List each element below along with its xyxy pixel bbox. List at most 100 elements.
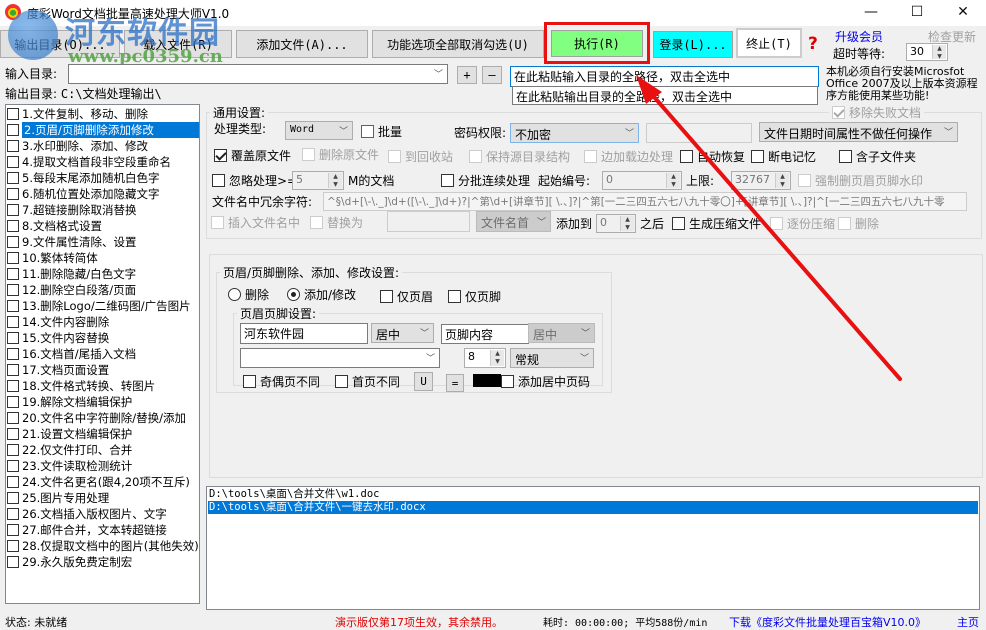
feature-list-item[interactable]: 27.邮件合并，文本转超链接 [7, 522, 199, 538]
overwrite-checkbox[interactable]: 覆盖原文件 [214, 147, 291, 164]
underline-button[interactable]: U [414, 372, 433, 391]
spin-arrows-icon[interactable]: ▲ ▼ [620, 216, 634, 231]
feature-list-item[interactable]: 17.文档页面设置 [7, 362, 199, 378]
execute-button[interactable]: 执行(R) [551, 30, 643, 57]
feature-list-item[interactable]: 9.文件属性清除、设置 [7, 234, 199, 250]
checkbox-icon[interactable] [7, 236, 19, 248]
feature-list-item[interactable]: 6.随机位置处添加隐藏文字 [7, 186, 199, 202]
close-button[interactable]: ✕ [940, 0, 986, 26]
power-memory-checkbox[interactable]: 断电记忆 [751, 148, 816, 165]
checkbox-icon[interactable] [7, 268, 19, 280]
font-select[interactable]: ﹀ [240, 348, 440, 368]
feature-list-item[interactable]: 24.文件名更名(跟4,20项不互斥) [7, 474, 199, 490]
footer-only-checkbox[interactable]: 仅页脚 [448, 288, 501, 305]
remove-failed-checkbox[interactable]: 移除失败文档 [829, 104, 925, 121]
generate-zip-checkbox[interactable]: 生成压缩文件 [672, 215, 761, 232]
feature-list-item[interactable]: 1.文件复制、移动、删除 [7, 106, 199, 122]
spin-arrows-icon[interactable]: ▲ ▼ [328, 173, 342, 188]
checkbox-icon[interactable] [7, 476, 19, 488]
font-style-select[interactable]: 常规 ﹀ [510, 348, 594, 368]
spin-arrows-icon[interactable]: ▲ ▼ [775, 173, 789, 188]
checkbox-icon[interactable] [7, 380, 19, 392]
file-list-item[interactable]: D:\tools\桌面\合并文件\一键去水印.docx [208, 501, 978, 514]
font-size-spinner[interactable]: 8 ▲ ▼ [464, 348, 506, 368]
feature-list-item[interactable]: 19.解除文档编辑保护 [7, 394, 199, 410]
checkbox-icon[interactable] [7, 412, 19, 424]
checkbox-icon[interactable] [7, 444, 19, 456]
footer-align-select[interactable]: 居中 ﹀ [528, 323, 595, 343]
checkbox-icon[interactable] [7, 188, 19, 200]
ignore-large-checkbox[interactable]: 忽略处理>= [212, 172, 297, 189]
insert-position-select[interactable]: 文件名首 ﹀ [476, 211, 551, 232]
feature-list-item[interactable]: 29.永久版免费定制宏 [7, 554, 199, 570]
zip-each-checkbox[interactable]: 逐份压缩 [770, 215, 835, 232]
load-process-checkbox[interactable]: 边加载边处理 [584, 148, 673, 165]
login-button[interactable]: 登录(L)... [653, 31, 733, 58]
add-modify-radio[interactable]: 添加/修改 [287, 286, 356, 303]
home-link[interactable]: 主页 [957, 614, 979, 630]
feature-list-item[interactable]: 2.页眉/页脚删除添加修改 [7, 122, 199, 138]
auto-restore-checkbox[interactable]: 自动恢复 [680, 148, 745, 165]
zip-delete-checkbox[interactable]: 删除 [838, 215, 879, 232]
stop-button[interactable]: 终止(T) [736, 28, 802, 58]
color-swatch[interactable] [473, 374, 501, 387]
spin-arrows-icon[interactable]: ▲ ▼ [490, 350, 504, 366]
redundant-chars-input[interactable]: ^§\d+[\-\._]\d+([\-\._]\d+)?|^第\d+[讲章节][… [323, 192, 967, 211]
force-delete-watermark-checkbox[interactable]: 强制删页眉页脚水印 [798, 172, 923, 189]
file-list-item[interactable]: D:\tools\桌面\合并文件\w1.doc [208, 488, 978, 501]
output-path-paste-field[interactable]: 在此粘贴输出目录的全路径，双击全选中 [512, 86, 818, 105]
checkbox-icon[interactable] [7, 172, 19, 184]
checkbox-icon[interactable] [7, 508, 19, 520]
maximize-button[interactable]: ☐ [894, 0, 940, 26]
input-path-paste-field[interactable]: 在此粘贴输入目录的全路径，双击全选中 [510, 66, 819, 87]
checkbox-icon[interactable] [7, 332, 19, 344]
checkbox-icon[interactable] [7, 348, 19, 360]
feature-list-item[interactable]: 22.仅文件打印、合并 [7, 442, 199, 458]
checkbox-icon[interactable] [7, 540, 19, 552]
checkbox-icon[interactable] [7, 316, 19, 328]
include-subfolders-checkbox[interactable]: 含子文件夹 [839, 148, 916, 165]
feature-list-item[interactable]: 15.文件内容替换 [7, 330, 199, 346]
checkbox-icon[interactable] [7, 556, 19, 568]
feature-list-item[interactable]: 13.删除Logo/二维码图/广告图片 [7, 298, 199, 314]
feature-list-item[interactable]: 8.文档格式设置 [7, 218, 199, 234]
feature-list-item[interactable]: 14.文件内容删除 [7, 314, 199, 330]
header-only-checkbox[interactable]: 仅页眉 [380, 288, 433, 305]
feature-list-item[interactable]: 11.删除隐藏/白色文字 [7, 266, 199, 282]
limit-spinner[interactable]: 32767 ▲ ▼ [731, 171, 791, 190]
spin-arrows-icon[interactable]: ▲ ▼ [932, 45, 946, 60]
insert-filename-checkbox[interactable]: 插入文件名中 [211, 214, 300, 231]
batch-checkbox[interactable]: 批量 [361, 123, 402, 140]
remove-input-dir-button[interactable]: — [482, 66, 502, 84]
first-page-checkbox[interactable]: 首页不同 [335, 373, 400, 390]
feature-list-item[interactable]: 5.每段末尾添加随机白色字 [7, 170, 199, 186]
timeout-spinner[interactable]: 30 ▲ ▼ [906, 43, 948, 61]
feature-list-item[interactable]: 18.文件格式转换、转图片 [7, 378, 199, 394]
delete-radio[interactable]: 删除 [228, 286, 269, 303]
add-files-button[interactable]: 添加文件(A)... [236, 30, 368, 58]
feature-list-item[interactable]: 25.图片专用处理 [7, 490, 199, 506]
file-list[interactable]: D:\tools\桌面\合并文件\w1.doc D:\tools\桌面\合并文件\… [206, 486, 980, 610]
ignore-size-spinner[interactable]: 5 ▲ ▼ [292, 171, 344, 190]
header-align-select[interactable]: 居中 ﹀ [371, 323, 434, 343]
feature-list-item[interactable]: 4.提取文档首段非空段重命名 [7, 154, 199, 170]
checkbox-icon[interactable] [7, 108, 19, 120]
feature-list-item[interactable]: 26.文档插入版权图片、文字 [7, 506, 199, 522]
checkbox-icon[interactable] [7, 300, 19, 312]
recycle-bin-checkbox[interactable]: 到回收站 [388, 148, 453, 165]
delete-original-checkbox[interactable]: 删除原文件 [302, 146, 379, 163]
checkbox-icon[interactable] [7, 252, 19, 264]
toggle-all-options-button[interactable]: 功能选项全部取消勾选(U) [372, 30, 544, 58]
add-to-spinner[interactable]: 0 ▲ ▼ [596, 214, 636, 233]
checkbox-icon[interactable] [7, 124, 19, 136]
checkbox-icon[interactable] [7, 460, 19, 472]
input-dir-combo[interactable]: ﹀ [68, 64, 448, 84]
feature-list-item[interactable]: 16.文档首/尾插入文档 [7, 346, 199, 362]
replace-with-input[interactable] [387, 211, 470, 232]
date-attribute-select[interactable]: 文件日期时间属性不做任何操作 ﹀ [759, 122, 958, 142]
batch-continuous-checkbox[interactable]: 分批连续处理 [441, 172, 530, 189]
odd-even-checkbox[interactable]: 奇偶页不同 [243, 373, 320, 390]
feature-list-item[interactable]: 10.繁体转简体 [7, 250, 199, 266]
feature-list-item[interactable]: 7.超链接删除取消替换 [7, 202, 199, 218]
replace-with-checkbox[interactable]: 替换为 [310, 214, 363, 231]
